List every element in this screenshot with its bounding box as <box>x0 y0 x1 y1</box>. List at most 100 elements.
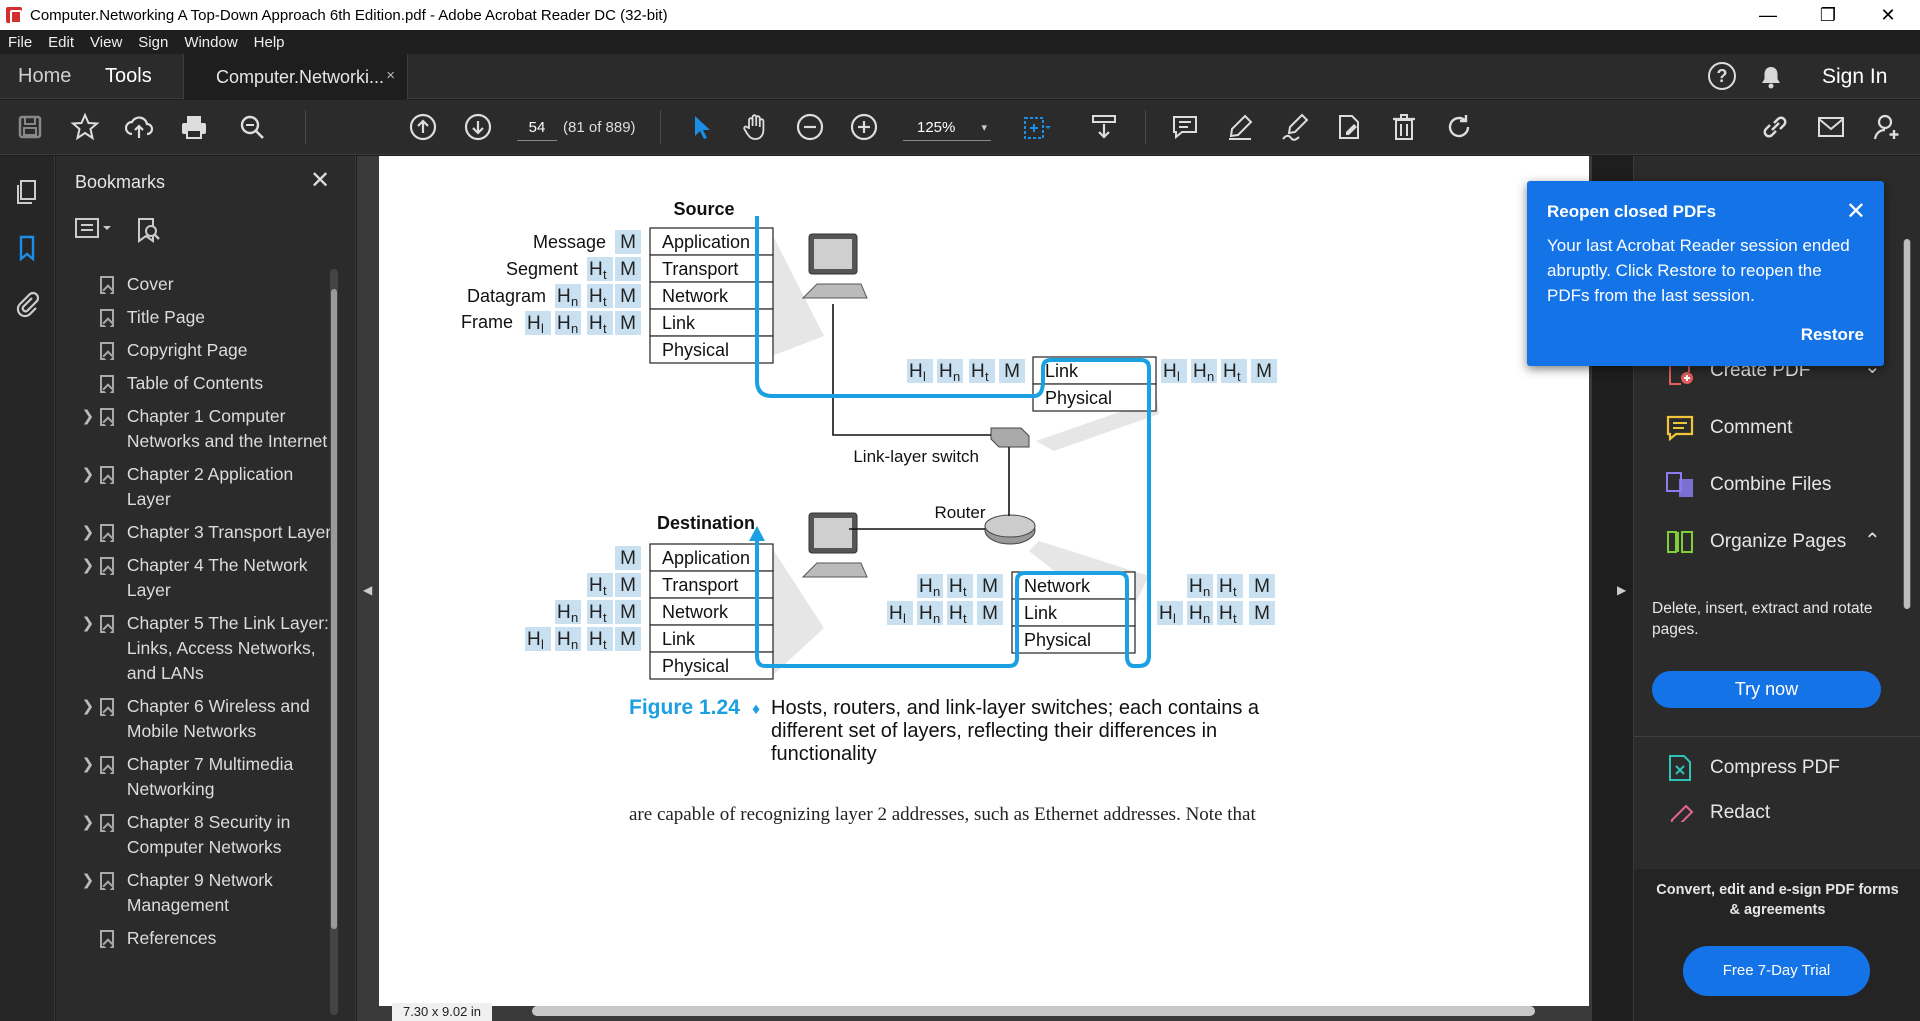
tool-organize-pages[interactable]: Organize Pages <box>1664 526 1846 558</box>
scroll-mode-icon[interactable] <box>1086 109 1122 145</box>
bookmark-item[interactable]: ❯ Chapter 9 Network Management <box>76 864 336 922</box>
find-zoom-icon[interactable] <box>234 109 270 145</box>
header-label: H <box>589 602 603 623</box>
attachments-icon[interactable] <box>12 289 42 319</box>
maximize-button[interactable]: ❐ <box>1800 0 1856 30</box>
menu-help[interactable]: Help <box>246 34 293 51</box>
layer-label: Transport <box>662 575 738 595</box>
chevron-up-icon[interactable]: ⌃ <box>1864 528 1881 553</box>
tool-redact[interactable]: Redact <box>1664 802 1770 822</box>
menu-view[interactable]: View <box>82 34 130 51</box>
try-now-button[interactable]: Try now <box>1652 671 1881 708</box>
right-pane-scrollbar[interactable] <box>1903 239 1911 609</box>
chevron-right-icon[interactable]: ❯ <box>76 752 100 777</box>
tool-comment[interactable]: Comment <box>1664 412 1792 444</box>
bookmark-item[interactable]: Table of Contents <box>76 367 336 400</box>
computer-keyboard <box>801 562 868 578</box>
comment-tool-icon[interactable] <box>1167 109 1203 145</box>
email-icon[interactable] <box>1813 109 1849 145</box>
bookmark-item[interactable]: ❯ Chapter 2 Application Layer <box>76 458 336 516</box>
menu-bar: File Edit View Sign Window Help <box>0 30 1920 54</box>
rotate-icon[interactable] <box>1441 109 1477 145</box>
computer-keyboard <box>801 283 868 299</box>
header-subscript: n <box>1203 611 1210 626</box>
bookmark-item[interactable]: Copyright Page <box>76 334 336 367</box>
tab-tools[interactable]: Tools <box>105 54 152 99</box>
bookmark-item[interactable]: ❯ Chapter 5 The Link Layer: Links, Access… <box>76 607 336 690</box>
bookmark-item[interactable]: ❯ Chapter 8 Security in Computer Networks <box>76 806 336 864</box>
select-cursor-icon[interactable] <box>683 109 719 145</box>
horizontal-scrollbar[interactable] <box>532 1006 1535 1016</box>
chevron-right-icon[interactable]: ❯ <box>76 868 100 893</box>
chevron-right-icon[interactable]: ❯ <box>76 404 100 429</box>
chevron-right-icon[interactable]: ❯ <box>76 611 100 636</box>
bookmark-item[interactable]: ❯ Chapter 7 Multimedia Networking <box>76 748 336 806</box>
zoom-out-icon[interactable] <box>792 109 828 145</box>
chevron-right-icon[interactable]: ❯ <box>76 553 100 578</box>
tab-home[interactable]: Home <box>18 54 71 99</box>
chevron-right-icon[interactable]: ❯ <box>76 520 100 545</box>
menu-sign[interactable]: Sign <box>130 34 176 51</box>
bookmark-item[interactable]: Title Page <box>76 301 336 334</box>
upload-cloud-icon[interactable] <box>121 109 157 145</box>
save-icon[interactable] <box>12 109 48 145</box>
bookmark-item[interactable]: ❯ Chapter 3 Transport Layer <box>76 516 336 549</box>
caption-text: Hosts, routers, and link-layer switches;… <box>771 697 1260 719</box>
sign-pen-icon[interactable] <box>1277 109 1313 145</box>
edit-pdf-icon[interactable] <box>1331 109 1367 145</box>
router-label: Router <box>934 503 985 522</box>
tool-combine-files[interactable]: Combine Files <box>1664 469 1831 501</box>
page-thumbnails-icon[interactable] <box>12 177 42 207</box>
print-icon[interactable] <box>176 109 212 145</box>
delete-icon[interactable] <box>1386 109 1422 145</box>
computer-screen <box>814 518 852 548</box>
close-icon[interactable]: ✕ <box>310 166 330 195</box>
bookmark-label: Title Page <box>126 307 206 327</box>
zoom-select[interactable]: 125% ▾ <box>903 115 991 141</box>
menu-edit[interactable]: Edit <box>40 34 82 51</box>
tab-close-icon[interactable]: × <box>386 67 395 84</box>
bookmark-item[interactable]: ❯ Chapter 1 Computer Networks and the Int… <box>76 400 336 458</box>
header-subscript: t <box>963 611 967 626</box>
find-bookmark-icon[interactable] <box>134 216 162 244</box>
chevron-right-icon[interactable]: ❯ <box>76 694 100 719</box>
bookmarks-panel-icon[interactable] <box>12 233 42 263</box>
header-subscript: l <box>1177 369 1180 384</box>
organize-pages-icon <box>1667 531 1693 553</box>
bookmark-item[interactable]: References <box>76 922 336 955</box>
restore-button[interactable]: Restore <box>1801 325 1864 345</box>
tool-compress-pdf[interactable]: Compress PDF <box>1664 752 1840 784</box>
minimize-button[interactable]: — <box>1740 0 1796 30</box>
star-icon[interactable] <box>67 109 103 145</box>
layer-label: Physical <box>1024 630 1091 650</box>
bookmark-options-icon[interactable] <box>74 216 114 242</box>
add-user-icon[interactable] <box>1869 109 1905 145</box>
next-page-icon[interactable] <box>460 109 496 145</box>
bookmarks-scrollbar[interactable] <box>330 269 338 1015</box>
sign-in-link[interactable]: Sign In <box>1822 54 1887 99</box>
page-number-input[interactable]: 54 <box>517 115 557 141</box>
zoom-in-icon[interactable] <box>846 109 882 145</box>
menu-file[interactable]: File <box>0 34 40 51</box>
highlight-pen-icon[interactable] <box>1222 109 1258 145</box>
bookmark-item[interactable]: ❯ Chapter 6 Wireless and Mobile Networks <box>76 690 336 748</box>
help-icon[interactable]: ? <box>1708 62 1736 90</box>
tab-document[interactable]: Computer.Networki... × <box>183 54 408 100</box>
notification-bell-icon[interactable] <box>1760 54 1782 99</box>
layer-label: Network <box>662 286 729 306</box>
chevron-right-icon[interactable]: ❯ <box>76 462 100 487</box>
free-trial-button[interactable]: Free 7-Day Trial <box>1683 946 1870 996</box>
collapse-right-panel-icon[interactable]: ▶ <box>1617 583 1626 597</box>
previous-page-icon[interactable] <box>405 109 441 145</box>
menu-window[interactable]: Window <box>176 34 245 51</box>
fit-page-icon[interactable] <box>1018 109 1054 145</box>
share-link-icon[interactable] <box>1757 109 1793 145</box>
bookmark-item[interactable]: ❯ Chapter 4 The Network Layer <box>76 549 336 607</box>
hand-tool-icon[interactable] <box>737 109 773 145</box>
bookmark-item[interactable]: Cover <box>76 268 336 301</box>
close-icon[interactable]: ✕ <box>1846 197 1866 226</box>
chevron-right-icon[interactable]: ❯ <box>76 810 100 835</box>
collapse-left-panel-icon[interactable]: ◀ <box>363 583 372 597</box>
close-window-button[interactable]: ✕ <box>1860 0 1916 30</box>
bookmark-label: Chapter 8 Security in Computer Networks <box>126 812 291 857</box>
